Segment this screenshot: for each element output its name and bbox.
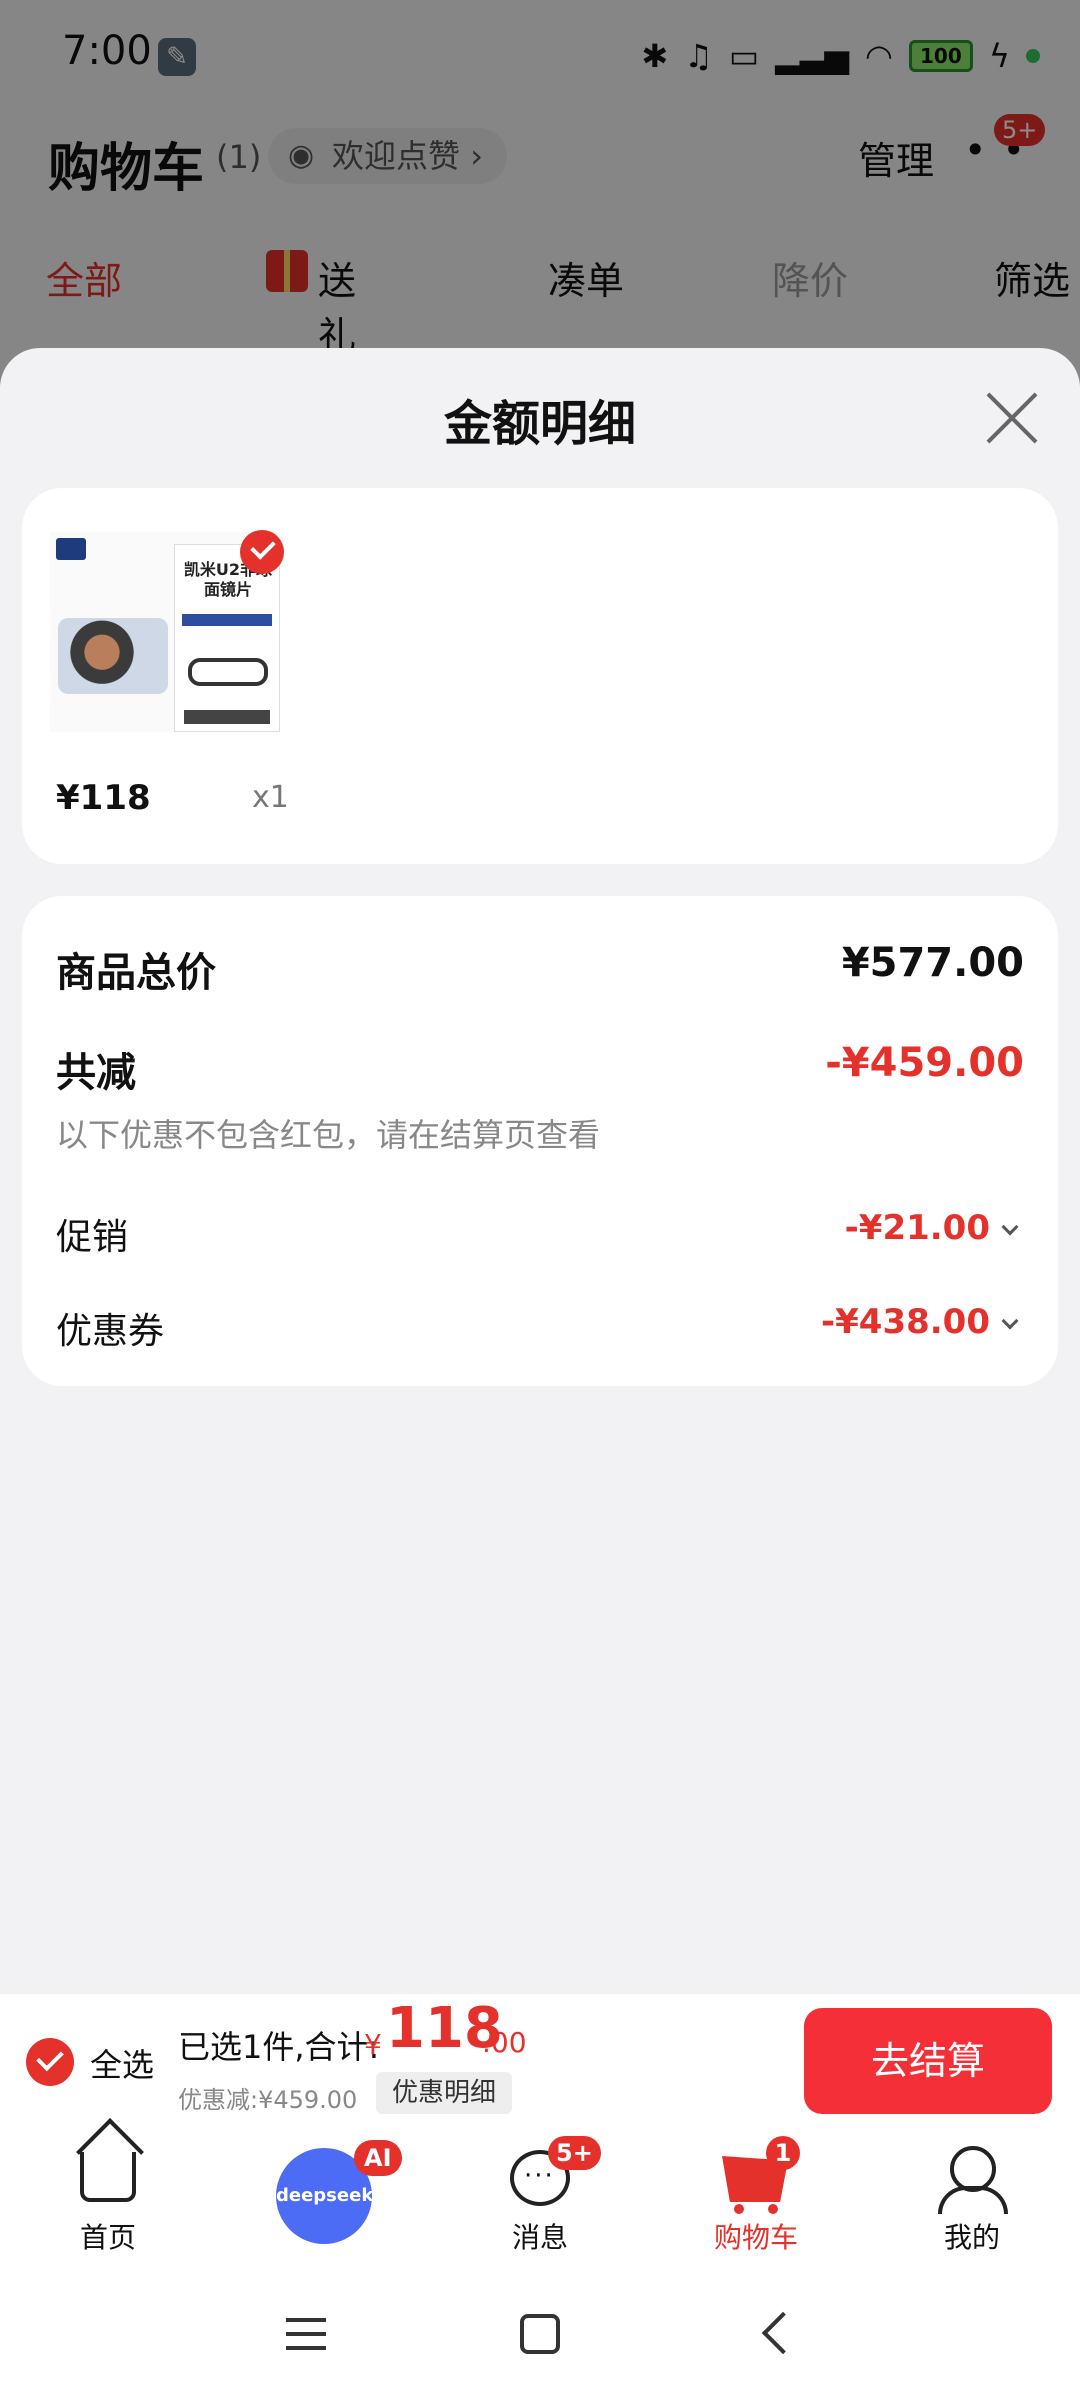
promo-label: 促销 xyxy=(56,1217,129,1258)
cart-wheels xyxy=(734,2204,778,2214)
user-body xyxy=(938,2186,1008,2214)
nav-cart[interactable]: 1 购物车 xyxy=(676,2128,836,2268)
ai-badge: AI xyxy=(354,2140,402,2176)
promo-value: -¥21.00 xyxy=(844,1208,990,1248)
nav-cart-label: 购物车 xyxy=(713,2221,798,2254)
promo-row-toggle[interactable]: -¥21.00 xyxy=(844,1208,1019,1248)
coupon-row-toggle[interactable]: -¥438.00 xyxy=(821,1302,1019,1342)
discount-detail-button[interactable]: 优惠明细 xyxy=(376,2072,513,2114)
price-summary-card: 商品总价 ¥577.00 共减 -¥459.00 以下优惠不包含红包，请在结算页… xyxy=(22,896,1058,1386)
chevron-down-icon xyxy=(1001,1218,1019,1236)
discount-note: 以下优惠不包含红包，请在结算页查看 xyxy=(56,1116,601,1154)
select-all-label[interactable]: 全选 xyxy=(90,2040,154,2086)
home-icon xyxy=(80,2152,136,2202)
cart-badge: 1 xyxy=(766,2136,800,2170)
product-box-footer xyxy=(184,710,270,724)
selected-count-text: 已选1件,合计: xyxy=(178,2028,380,2066)
nav-me-label: 我的 xyxy=(943,2221,1000,2254)
select-all-checkbox[interactable] xyxy=(26,2038,74,2086)
close-icon[interactable] xyxy=(984,390,1040,446)
messages-badge: 5+ xyxy=(548,2136,601,2170)
product-model-image xyxy=(58,618,168,694)
product-quantity: x1 xyxy=(252,780,289,815)
nav-messages[interactable]: ··· 5+ 消息 xyxy=(460,2128,620,2268)
total-currency: ¥ xyxy=(364,2028,382,2061)
home-square-icon[interactable] xyxy=(520,2314,560,2354)
back-icon[interactable] xyxy=(761,2311,805,2355)
reduction-label: 共减 xyxy=(56,1050,136,1096)
bottom-nav: 首页 deepseek AI ··· 5+ 消息 1 购物车 我的 xyxy=(0,2128,1080,2268)
total-price-label: 商品总价 xyxy=(56,950,216,996)
total-amount-decimal: .00 xyxy=(482,2026,527,2059)
discount-amount: 优惠减:¥459.00 xyxy=(178,2086,358,2114)
system-nav-bar xyxy=(0,2268,1080,2400)
sheet-title: 金额明细 xyxy=(443,396,636,452)
nav-deepseek[interactable]: deepseek AI xyxy=(244,2128,404,2268)
menu-icon[interactable] xyxy=(286,2318,326,2350)
reduction-value: -¥459.00 xyxy=(825,1040,1024,1086)
chevron-down-icon xyxy=(1001,1312,1019,1330)
glasses-icon xyxy=(188,658,268,686)
checkout-bar: 全选 已选1件,合计: ¥ 118 .00 优惠减:¥459.00 优惠明细 去… xyxy=(0,1994,1080,2128)
coupon-value: -¥438.00 xyxy=(821,1302,990,1342)
nav-home[interactable]: 首页 xyxy=(28,2128,188,2268)
total-price-value: ¥577.00 xyxy=(841,940,1024,986)
coupon-label: 优惠券 xyxy=(56,1311,165,1352)
brand-logo-icon xyxy=(56,538,86,560)
nav-me[interactable]: 我的 xyxy=(892,2128,1052,2268)
product-box-band xyxy=(182,614,272,626)
nav-home-label: 首页 xyxy=(79,2221,136,2254)
selected-check-icon xyxy=(240,530,284,574)
product-price: ¥118 xyxy=(56,778,151,818)
product-card: 凯米U2非球面镜片 ¥118 x1 xyxy=(22,488,1058,864)
checkout-button[interactable]: 去结算 xyxy=(804,2008,1052,2114)
chat-dots: ··· xyxy=(524,2161,555,2191)
nav-messages-label: 消息 xyxy=(511,2221,568,2254)
